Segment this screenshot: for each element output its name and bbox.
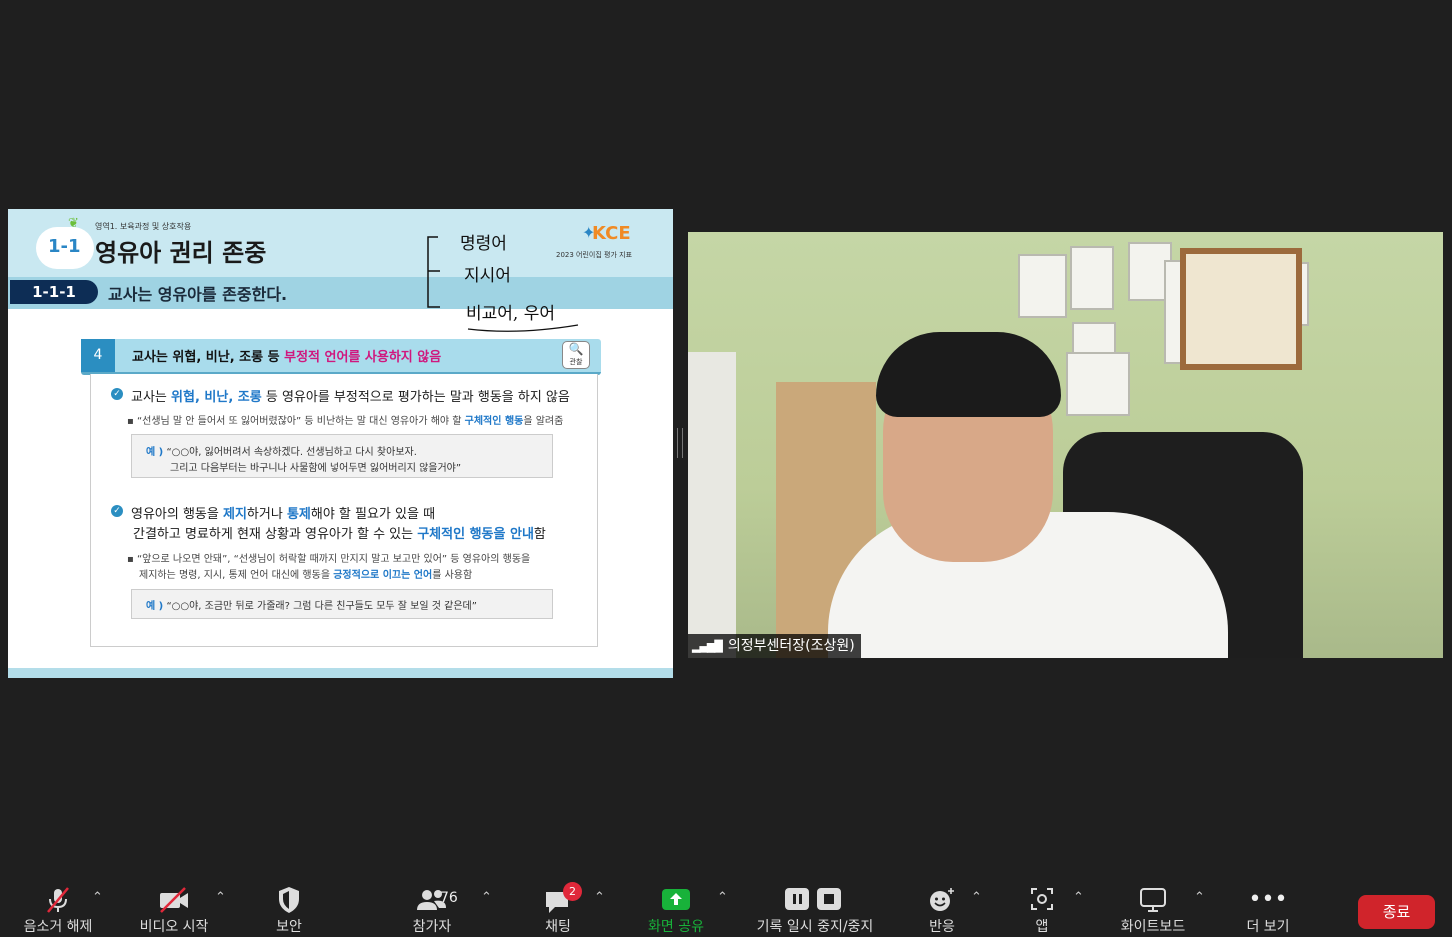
shield-icon xyxy=(262,880,316,918)
video-person-hair xyxy=(876,332,1061,417)
wall-frame xyxy=(1066,352,1130,416)
item-title-prefix: 교사는 위협, 비난, 조롱 등 xyxy=(132,350,285,365)
example-1-line-2: 그리고 다음부터는 바구니나 사물함에 넣어두면 잃어버리지 않을거야” xyxy=(170,463,462,474)
point-2-line-1: 영유아의 행동을 제지하거나 통제해야 할 필요가 있을 때 xyxy=(131,507,436,522)
item-title: 교사는 위협, 비난, 조롱 등 부정적 언어를 사용하지 않음 xyxy=(132,346,441,365)
area-label: 영역1. 보육과정 및 상호작용 xyxy=(95,222,192,231)
apps-icon xyxy=(1022,880,1062,918)
indicator-title: 교사는 영유아를 존중한다. xyxy=(108,285,288,304)
point-2-bullet-line-1: ▪ “앞으로 나오면 안돼”, “선생님이 허락할 때까지 만지지 말고 보고만… xyxy=(127,554,531,565)
whiteboard-icon xyxy=(1110,880,1196,918)
point-1-text: 교사는 위협, 비난, 조롱 등 영유아를 부정적으로 평가하는 말과 행동을 … xyxy=(131,390,570,405)
point-2-example: 예 ) “○○야, 조금만 뒤로 가줄래? 그럼 다른 친구들도 모두 잘 보일… xyxy=(131,589,553,619)
handwritten-annotation: 명령어 지시어 비교어, 우어 xyxy=(427,234,579,332)
participants-count: 76 xyxy=(440,890,458,906)
slide-title: 영유아 권리 존중 xyxy=(95,239,267,267)
security-label: 보안 xyxy=(276,919,302,935)
indicator-code: 1-1-1 xyxy=(10,280,98,304)
check-icon: ✓ xyxy=(111,388,123,400)
whiteboard-options-caret-icon[interactable]: ⌃ xyxy=(1194,890,1205,905)
more-button[interactable]: ••• 더 보기 xyxy=(1238,880,1298,936)
security-button[interactable]: 보안 xyxy=(262,880,316,936)
point-2-line-2: 간결하고 명료하게 현재 상황과 영유아가 할 수 있는 구체적인 행동을 안내… xyxy=(133,527,546,542)
example-1-line-1: 예 ) “○○야, 잃어버려서 속상하겠다. 선생님하고 다시 찾아보자. xyxy=(146,447,417,458)
share-screen-icon xyxy=(640,880,712,918)
magnifier-icon: 🔍 xyxy=(568,342,584,356)
handwriting-line-2: 지시어 xyxy=(464,266,511,286)
share-options-caret-icon[interactable]: ⌃ xyxy=(717,890,728,905)
check-icon: ✓ xyxy=(111,505,123,517)
mic-muted-icon xyxy=(14,880,102,918)
reaction-smiley-icon xyxy=(918,880,966,918)
more-label: 더 보기 xyxy=(1246,919,1290,935)
observe-label: 관찰 xyxy=(569,358,583,366)
chat-button[interactable]: 2 채팅 xyxy=(530,880,586,936)
reactions-label: 반응 xyxy=(929,919,955,935)
whiteboard-button[interactable]: 화이트보드 xyxy=(1110,880,1196,936)
split-resize-handle[interactable] xyxy=(677,428,683,458)
item-card: ✓ 교사는 위협, 비난, 조롱 등 영유아를 부정적으로 평가하는 말과 행동… xyxy=(90,374,598,647)
participant-name: 의정부센터장(조상원) xyxy=(727,638,855,654)
award-frame xyxy=(1180,248,1302,370)
chat-unread-badge: 2 xyxy=(563,882,582,901)
camera-off-icon xyxy=(132,880,216,918)
share-screen-label: 화면 공유 xyxy=(648,919,704,935)
video-options-caret-icon[interactable]: ⌃ xyxy=(215,890,226,905)
slide-footer-bar xyxy=(8,668,673,678)
item-title-highlight: 부정적 언어를 사용하지 않음 xyxy=(284,350,442,365)
point-1-example: 예 ) “○○야, 잃어버려서 속상하겠다. 선생님하고 다시 찾아보자. 그리… xyxy=(131,434,553,478)
end-meeting-button[interactable]: 종료 xyxy=(1358,895,1435,929)
wall-frame xyxy=(1018,254,1067,318)
whiteboard-label: 화이트보드 xyxy=(1120,919,1186,935)
participant-name-tag: ▂▄▆█ 의정부센터장(조상원) xyxy=(688,634,861,658)
participant-video[interactable]: ▂▄▆█ 의정부센터장(조상원) xyxy=(688,232,1443,658)
example-2-line-1: 예 ) “○○야, 조금만 뒤로 가줄래? 그럼 다른 친구들도 모두 잘 보일… xyxy=(146,601,477,612)
participants-options-caret-icon[interactable]: ⌃ xyxy=(481,890,492,905)
participants-button[interactable]: 76 참가자 xyxy=(392,880,472,936)
audio-options-caret-icon[interactable]: ⌃ xyxy=(92,890,103,905)
reactions-button[interactable]: 반응 xyxy=(918,880,966,936)
more-dots-icon: ••• xyxy=(1248,887,1288,912)
record-pause-stop-icons xyxy=(745,880,885,918)
point-1-bullet: ▪ “선생님 말 안 들어서 또 잃어버렸잖아” 등 비난하는 말 대신 영유아… xyxy=(127,416,564,427)
sprout-icon: ❦ xyxy=(68,216,79,231)
record-label: 기록 일시 중지/중지 xyxy=(756,919,874,935)
share-screen-button[interactable]: 화면 공유 xyxy=(640,880,712,936)
unmute-label: 음소거 해제 xyxy=(23,919,93,935)
handwriting-line-1: 명령어 xyxy=(460,234,507,254)
apps-button[interactable]: 앱 xyxy=(1022,880,1062,936)
apps-options-caret-icon[interactable]: ⌃ xyxy=(1073,890,1084,905)
item-number: 4 xyxy=(81,339,115,372)
start-video-label: 비디오 시작 xyxy=(139,919,209,935)
section-number: 1-1 xyxy=(48,236,81,257)
video-door xyxy=(688,352,736,658)
signal-bars-icon: ▂▄▆█ xyxy=(692,640,723,653)
handwriting-line-3: 비교어, 우어 xyxy=(466,304,555,324)
chat-label: 채팅 xyxy=(545,919,571,935)
participants-label: 참가자 xyxy=(412,919,452,935)
apps-label: 앱 xyxy=(1035,919,1049,935)
unmute-button[interactable]: 음소거 해제 xyxy=(14,880,102,936)
observe-badge: 🔍 관찰 xyxy=(562,341,590,369)
record-controls[interactable]: 기록 일시 중지/중지 xyxy=(745,880,885,936)
chat-options-caret-icon[interactable]: ⌃ xyxy=(594,890,605,905)
start-video-button[interactable]: 비디오 시작 xyxy=(132,880,216,936)
wall-frame xyxy=(1070,246,1114,310)
meeting-toolbar: 음소거 해제 ⌃ 비디오 시작 ⌃ 보안 76 참가자 ⌃ 2 채팅 ⌃ 화면 … xyxy=(0,880,1452,937)
participants-icon: 76 xyxy=(392,880,472,918)
point-2-bullet-line-2: 제지하는 명령, 지시, 통제 언어 대신에 행동을 긍정적으로 이끄는 언어를… xyxy=(139,570,473,581)
shared-screen-slide: ❦ 1-1 영역1. 보육과정 및 상호작용 영유아 권리 존중 ✦ KCE 2… xyxy=(8,209,673,678)
reactions-options-caret-icon[interactable]: ⌃ xyxy=(971,890,982,905)
